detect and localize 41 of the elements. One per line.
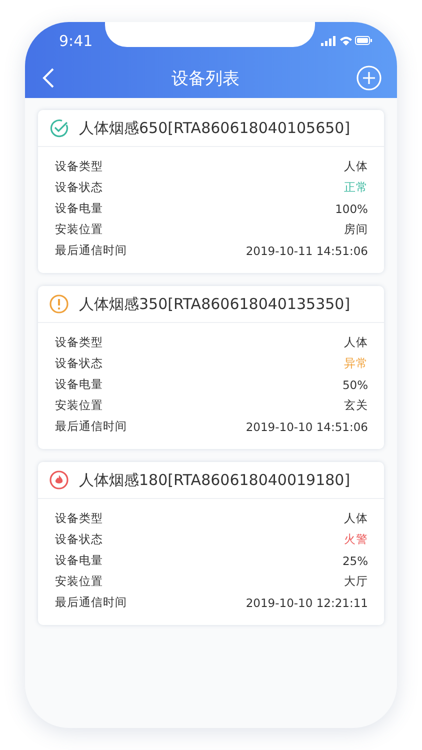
- field-label: 设备状态: [55, 532, 103, 547]
- field-label: 最后通信时间: [55, 419, 127, 434]
- status-value: 火警: [344, 532, 368, 547]
- field-label: 设备电量: [55, 201, 103, 216]
- field-value: 2019-10-10 14:51:06: [246, 420, 368, 434]
- field-label: 设备电量: [55, 553, 103, 568]
- field-value: 房间: [344, 222, 368, 237]
- status-icons: [321, 35, 373, 47]
- add-icon[interactable]: [356, 65, 382, 91]
- field-label: 设备状态: [55, 180, 103, 195]
- status-value: 异常: [344, 356, 368, 371]
- device-card[interactable]: 人体烟感650[RTA860618040105650] 设备类型 人体 设备状态 正常 设备电量 100% 安装位置 房间 最后通信时间 2019-10-11 14:51:06: [38, 110, 384, 273]
- field-value: 50%: [342, 378, 368, 392]
- field-value: 2019-10-10 12:21:11: [246, 596, 368, 610]
- field-label: 安装位置: [55, 574, 103, 589]
- status-time: 9:41: [59, 32, 93, 50]
- field-label: 设备类型: [55, 511, 103, 526]
- field-label: 安装位置: [55, 398, 103, 413]
- back-icon[interactable]: [41, 67, 55, 89]
- field-value: 大厅: [344, 574, 368, 589]
- device-name: 人体烟感650[RTA860618040105650]: [79, 118, 350, 138]
- field-label: 安装位置: [55, 222, 103, 237]
- field-label: 设备类型: [55, 335, 103, 350]
- field-value: 玄关: [344, 398, 368, 413]
- device-name: 人体烟感180[RTA860618040019180]: [79, 470, 350, 490]
- field-value: 2019-10-11 14:51:06: [246, 244, 368, 258]
- device-card[interactable]: 人体烟感180[RTA860618040019180] 设备类型 人体 设备状态 火警 设备电量 25% 安装位置 大厅 最后通信时间 2019-10-10 12:21:11: [38, 462, 384, 625]
- field-value: 人体: [344, 159, 368, 174]
- device-name: 人体烟感350[RTA860618040135350]: [79, 294, 350, 314]
- status-value: 正常: [344, 180, 368, 195]
- field-value: 人体: [344, 511, 368, 526]
- page-title: 设备列表: [172, 68, 240, 90]
- device-card[interactable]: 人体烟感350[RTA860618040135350] 设备类型 人体 设备状态 异常 设备电量 50% 安装位置 玄关 最后通信时间 2019-10-10 14:51:06: [38, 286, 384, 449]
- field-value: 100%: [335, 202, 368, 216]
- field-label: 最后通信时间: [55, 595, 127, 610]
- field-value: 25%: [342, 554, 368, 568]
- field-label: 设备类型: [55, 159, 103, 174]
- field-label: 最后通信时间: [55, 243, 127, 258]
- field-label: 设备状态: [55, 356, 103, 371]
- field-label: 设备电量: [55, 377, 103, 392]
- field-value: 人体: [344, 335, 368, 350]
